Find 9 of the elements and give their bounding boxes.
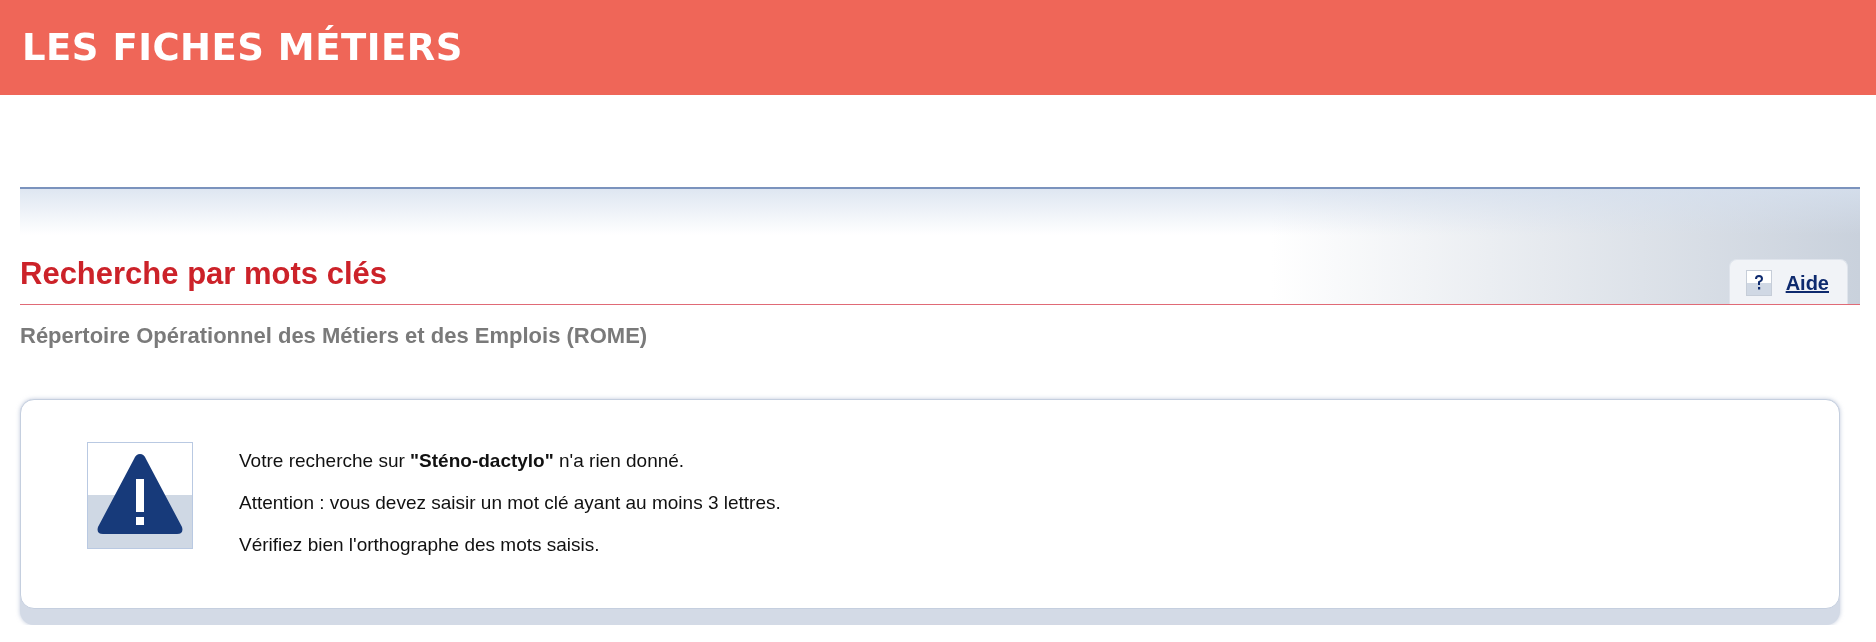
- help-icon: [1745, 270, 1772, 296]
- message-text: Attention : vous devez saisir un mot clé ayant au moins 3 lettres.: [239, 492, 781, 514]
- message-text: Votre recherche sur "Sténo-dactylo" n'a rien donné.: [239, 450, 686, 472]
- message-text: Vérifiez bien l'orthographe des mots saisis.: [239, 534, 601, 556]
- section-heading: Recherche par mots clés: [20, 256, 387, 292]
- help-link[interactable]: Aide: [1728, 259, 1848, 304]
- section-subtitle: Répertoire Opérationnel des Métiers et des Emplois (ROME): [20, 323, 649, 349]
- page-title: LES FICHES MÉTIERS: [22, 26, 463, 69]
- warning-icon: [87, 442, 193, 549]
